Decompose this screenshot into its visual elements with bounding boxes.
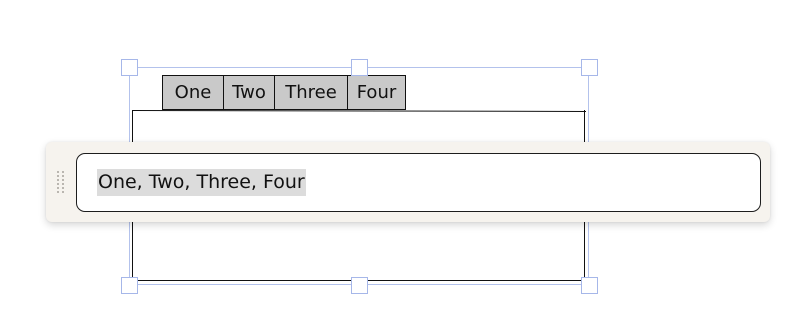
resize-handle-bottom-center[interactable]: [351, 277, 368, 294]
resize-handle-bottom-right[interactable]: [581, 277, 598, 294]
tabs-text-value[interactable]: One, Two, Three, Four: [97, 169, 306, 196]
resize-handle-top-right[interactable]: [581, 59, 598, 76]
resize-handle-bottom-left[interactable]: [121, 277, 138, 294]
resize-handle-top-left[interactable]: [121, 59, 138, 76]
resize-handle-top-center[interactable]: [351, 59, 368, 76]
drag-handle-icon[interactable]: [57, 171, 66, 193]
